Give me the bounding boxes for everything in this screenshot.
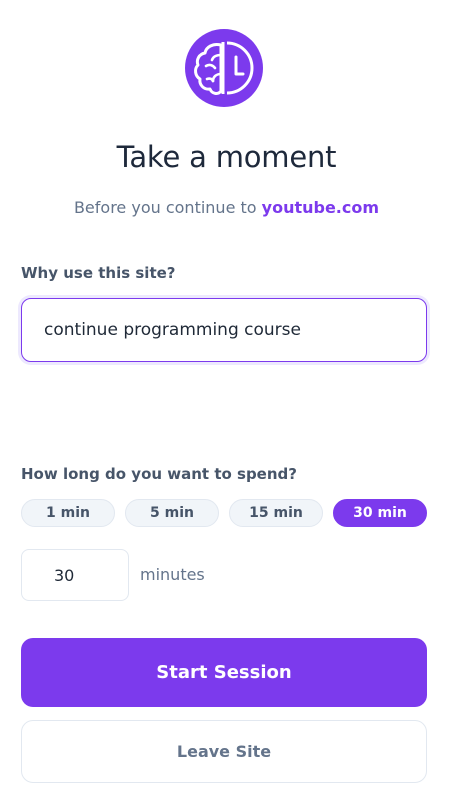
duration-option-1-min[interactable]: 1 min	[21, 499, 115, 527]
start-session-button[interactable]: Start Session	[21, 638, 427, 707]
duration-label: How long do you want to spend?	[21, 465, 297, 483]
brain-clock-logo-icon	[185, 29, 263, 107]
minutes-input[interactable]	[21, 549, 129, 601]
site-name: youtube.com	[261, 198, 380, 217]
duration-option-15-min[interactable]: 15 min	[229, 499, 323, 527]
page-title: Take a moment	[116, 140, 337, 174]
duration-option-5-min[interactable]: 5 min	[125, 499, 219, 527]
minutes-unit-label: minutes	[140, 565, 205, 584]
duration-option-30-min[interactable]: 30 min	[333, 499, 427, 527]
subtitle-prefix: Before you continue to	[73, 198, 262, 217]
duration-options: 1 min 5 min 15 min 30 min	[21, 499, 427, 527]
subtitle: Before you continue to youtube.com	[0, 198, 453, 217]
reason-label: Why use this site?	[21, 264, 176, 282]
leave-site-button[interactable]: Leave Site	[21, 720, 427, 783]
reason-input[interactable]	[21, 298, 427, 362]
